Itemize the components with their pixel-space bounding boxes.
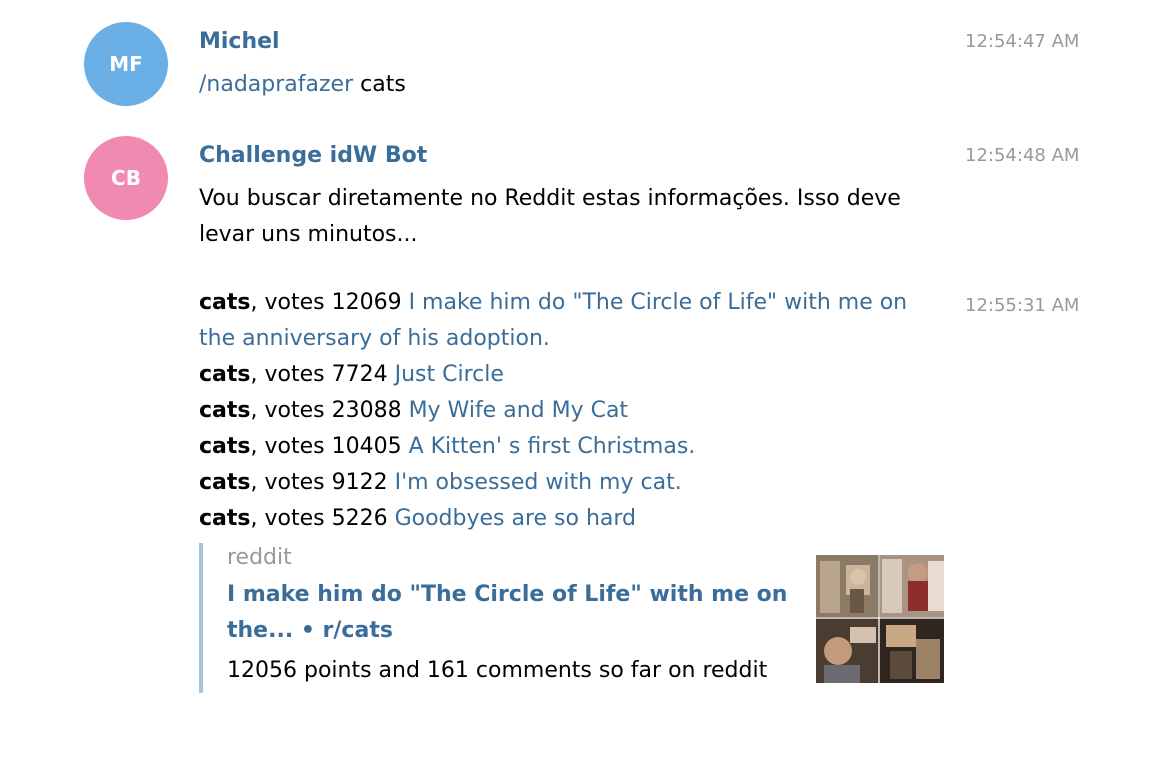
sender-name[interactable]: Challenge idW Bot — [199, 143, 427, 168]
subreddit-name: cats — [199, 398, 251, 423]
post-link[interactable]: I'm obsessed with my cat. — [395, 470, 682, 495]
sender-name[interactable]: Michel — [199, 29, 280, 54]
preview-site-name: reddit — [227, 545, 292, 570]
list-item: cats, votes 10405 A Kitten' s first Chri… — [199, 429, 939, 465]
votes-text: , votes 23088 — [250, 398, 409, 423]
message-text: Vou buscar diretamente no Reddit estas i… — [199, 186, 901, 247]
votes-text: , votes 9122 — [250, 470, 395, 495]
command-link[interactable]: /nadaprafazer — [199, 72, 353, 97]
preview-description: 12056 points and 161 comments so far on … — [227, 658, 768, 683]
message-time: 12:54:48 AM — [965, 145, 1080, 166]
list-item: cats, votes 5226 Goodbyes are so hard — [199, 501, 939, 537]
votes-text: , votes 10405 — [250, 434, 409, 459]
avatar-initials: MF — [109, 52, 143, 76]
list-item: cats, votes 7724 Just Circle — [199, 357, 939, 393]
list-item: cats, votes 9122 I'm obsessed with my ca… — [199, 465, 939, 501]
preview-title[interactable]: I make him do "The Circle of Life" with … — [227, 577, 797, 649]
avatar-initials: CB — [111, 166, 141, 190]
post-link[interactable]: Goodbyes are so hard — [395, 506, 636, 531]
results-list: cats, votes 12069 I make him do "The Cir… — [199, 285, 939, 537]
message-time: 12:55:31 AM — [965, 295, 1080, 316]
votes-text: , votes 12069 — [250, 290, 409, 315]
votes-text: , votes 7724 — [250, 362, 395, 387]
message-text: /nadaprafazer cats — [199, 67, 406, 103]
list-item: cats, votes 23088 My Wife and My Cat — [199, 393, 939, 429]
post-link[interactable]: My Wife and My Cat — [409, 398, 629, 423]
subreddit-name: cats — [199, 362, 251, 387]
avatar-michel[interactable]: MF — [84, 22, 168, 106]
link-preview[interactable]: reddit I make him do "The Circle of Life… — [199, 543, 945, 693]
list-item: cats, votes 12069 I make him do "The Cir… — [199, 285, 939, 357]
post-link[interactable]: Just Circle — [395, 362, 504, 387]
avatar-bot[interactable]: CB — [84, 136, 168, 220]
command-argument: cats — [353, 72, 406, 97]
post-link[interactable]: A Kitten' s first Christmas. — [409, 434, 696, 459]
message-time: 12:54:47 AM — [965, 31, 1080, 52]
subreddit-name: cats — [199, 290, 251, 315]
preview-thumbnail-image[interactable] — [816, 555, 944, 683]
subreddit-name: cats — [199, 434, 251, 459]
subreddit-name: cats — [199, 506, 251, 531]
votes-text: , votes 5226 — [250, 506, 395, 531]
cat-photo-collage-image — [816, 555, 944, 683]
subreddit-name: cats — [199, 470, 251, 495]
